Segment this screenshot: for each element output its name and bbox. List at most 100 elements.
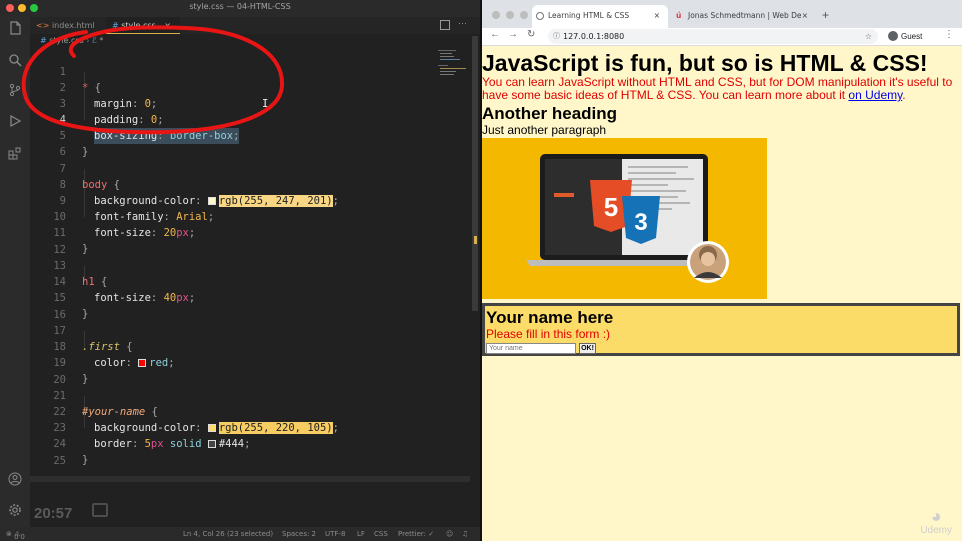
avatar <box>888 31 898 41</box>
forward-arrow-icon[interactable]: → <box>508 29 518 40</box>
name-input[interactable] <box>486 343 576 354</box>
globe-icon <box>536 12 544 20</box>
code-line: 6 <box>30 128 470 158</box>
url-text: 127.0.0.1:8080 <box>563 32 625 41</box>
code-line: 17 .first { <box>30 307 470 353</box>
css-file-icon: # <box>40 36 47 45</box>
course-image: 5 3 <box>482 138 767 299</box>
svg-text:5: 5 <box>604 192 618 222</box>
zoom-window-button[interactable] <box>520 11 528 19</box>
close-window-button[interactable] <box>492 11 500 19</box>
editor-scrollbar[interactable] <box>472 36 478 311</box>
encoding-status[interactable]: UTF-8 <box>325 530 345 538</box>
code-line: 21 #your-name { <box>30 372 470 418</box>
code-line-current: 4 box-sizing: border-box; I <box>30 96 470 144</box>
language-mode[interactable]: CSS <box>374 530 388 538</box>
line-number: 25 <box>53 455 66 467</box>
close-tab-icon[interactable]: × <box>802 5 808 27</box>
split-editor-icon[interactable] <box>440 20 450 30</box>
code-line: 22 background-color: rgb(255, 220, 105); <box>30 388 470 434</box>
address-bar[interactable]: ⓘ 127.0.0.1:8080 ☆ <box>548 29 878 44</box>
code-line: 20 <box>30 356 470 386</box>
browser-tab-learning[interactable]: Learning HTML & CSS × <box>532 5 668 28</box>
another-paragraph: Just another paragraph <box>482 123 607 137</box>
editor-tabs: <> index.html # style.css × ··· <box>30 17 480 34</box>
code-line: 19 } <box>30 339 470 385</box>
code-line: 3 padding: 0; <box>30 80 470 126</box>
notifications-icon[interactable]: ♫ <box>462 530 468 538</box>
web-page: JavaScript is fun, but so is HTML & CSS!… <box>482 46 962 541</box>
indentation-status[interactable]: Spaces: 2 <box>282 530 316 538</box>
code-line: 11 } <box>30 209 470 255</box>
code-line: 12 <box>30 226 470 256</box>
horizontal-scrollbar[interactable] <box>30 476 470 482</box>
screen: style.css — 04-HTML-CSS <> index.html # … <box>0 0 962 541</box>
run-debug-icon[interactable] <box>7 114 23 130</box>
source-control-icon[interactable] <box>7 83 23 99</box>
menu-dots-icon[interactable]: ⋮ <box>944 29 954 40</box>
code-editor[interactable]: 1 * { 2 margin: 0; 3 padding: 0; 4 box-s… <box>30 48 470 468</box>
code-line: 10 font-size: 20px; <box>30 193 470 239</box>
udemy-link[interactable]: on Udemy <box>848 88 902 102</box>
browser-tab-bar: Learning HTML & CSS × ú Jonas Schmedtman… <box>482 0 962 28</box>
tab-label: index.html <box>51 21 95 30</box>
html-file-icon: <> <box>36 21 50 30</box>
ok-button[interactable]: OK! <box>579 343 596 354</box>
breadcrumb-symbol[interactable]: * <box>99 36 103 45</box>
code-line: 2 margin: 0; <box>30 64 470 110</box>
page-heading: JavaScript is fun, but so is HTML & CSS! <box>482 50 928 76</box>
tab-style-css[interactable]: # style.css × <box>106 17 180 34</box>
bookmark-star-icon[interactable]: ☆ <box>865 29 872 44</box>
code-line: 8 background-color: rgb(255, 247, 201); <box>30 161 470 207</box>
close-tab-icon[interactable]: × <box>654 5 660 27</box>
close-tab-icon[interactable]: × <box>164 21 171 30</box>
settings-gear-icon[interactable] <box>7 503 23 519</box>
minimize-window-button[interactable] <box>506 11 514 19</box>
code-line: 23 border: 5px solid #444; <box>30 404 470 450</box>
browser-tab-jonas[interactable]: ú Jonas Schmedtmann | Web De × <box>674 5 814 28</box>
code-line: 16 <box>30 291 470 321</box>
browser-toolbar: ← → ↻ ⓘ 127.0.0.1:8080 ☆ Guest ⋮ <box>482 28 962 46</box>
tab-index-html[interactable]: <> index.html <box>36 17 102 34</box>
back-arrow-icon[interactable]: ← <box>490 29 500 40</box>
code-line: 9 font-family: Arial; <box>30 177 470 223</box>
tab-label: style.css <box>121 21 156 30</box>
reload-icon[interactable]: ↻ <box>527 29 535 40</box>
code-line: 14 font-size: 40px; <box>30 258 470 304</box>
code-line: 5 } <box>30 112 470 158</box>
minimap[interactable] <box>436 48 470 88</box>
code-line: 1 * { <box>30 48 470 94</box>
info-icon[interactable]: ⓘ <box>553 29 560 44</box>
cursor-position[interactable]: Ln 4, Col 26 (23 selected) <box>183 530 273 538</box>
code-line: 24 } <box>30 420 470 466</box>
udemy-watermark: ◕ Udemy <box>920 506 952 536</box>
browser-window: Learning HTML & CSS × ú Jonas Schmedtman… <box>482 0 962 541</box>
your-name-form: Your name here Please fill in this form … <box>482 303 960 356</box>
code-line: 13 h1 { <box>30 242 470 288</box>
form-hint: Please fill in this form :) <box>486 327 611 341</box>
breadcrumb-file[interactable]: style.css <box>49 36 83 45</box>
svg-text:3: 3 <box>634 209 647 236</box>
code-line: 25 <box>30 437 470 467</box>
more-actions-icon[interactable]: ··· <box>458 18 467 28</box>
chevron-right-icon: › <box>86 36 90 45</box>
account-icon[interactable] <box>7 472 23 488</box>
status-bar: ⊗ 0 ⚠ 0 Ln 4, Col 26 (23 selected) Space… <box>0 527 480 541</box>
errors-status[interactable]: ⊗ 0 ⚠ 0 <box>6 530 25 541</box>
profile-button[interactable]: Guest <box>888 29 922 44</box>
vscode-window: style.css — 04-HTML-CSS <> index.html # … <box>0 0 480 541</box>
explorer-icon[interactable] <box>7 21 23 37</box>
vscode-titlebar: style.css — 04-HTML-CSS <box>0 0 480 17</box>
search-icon[interactable] <box>7 53 23 69</box>
udemy-logo-icon: ◕ <box>930 506 942 526</box>
code-line: 15 } <box>30 274 470 320</box>
text-cursor-icon: I <box>262 98 269 110</box>
new-tab-button[interactable]: + <box>822 8 829 22</box>
eol-status[interactable]: LF <box>357 530 365 538</box>
notes-icon <box>92 503 108 517</box>
vscode-window-title: style.css — 04-HTML-CSS <box>189 2 291 11</box>
code-line: 18 color: red; <box>30 323 470 369</box>
prettier-status[interactable]: Prettier: ✓ <box>398 530 434 538</box>
feedback-icon[interactable]: ☺ <box>446 530 453 538</box>
extensions-icon[interactable] <box>7 146 23 162</box>
